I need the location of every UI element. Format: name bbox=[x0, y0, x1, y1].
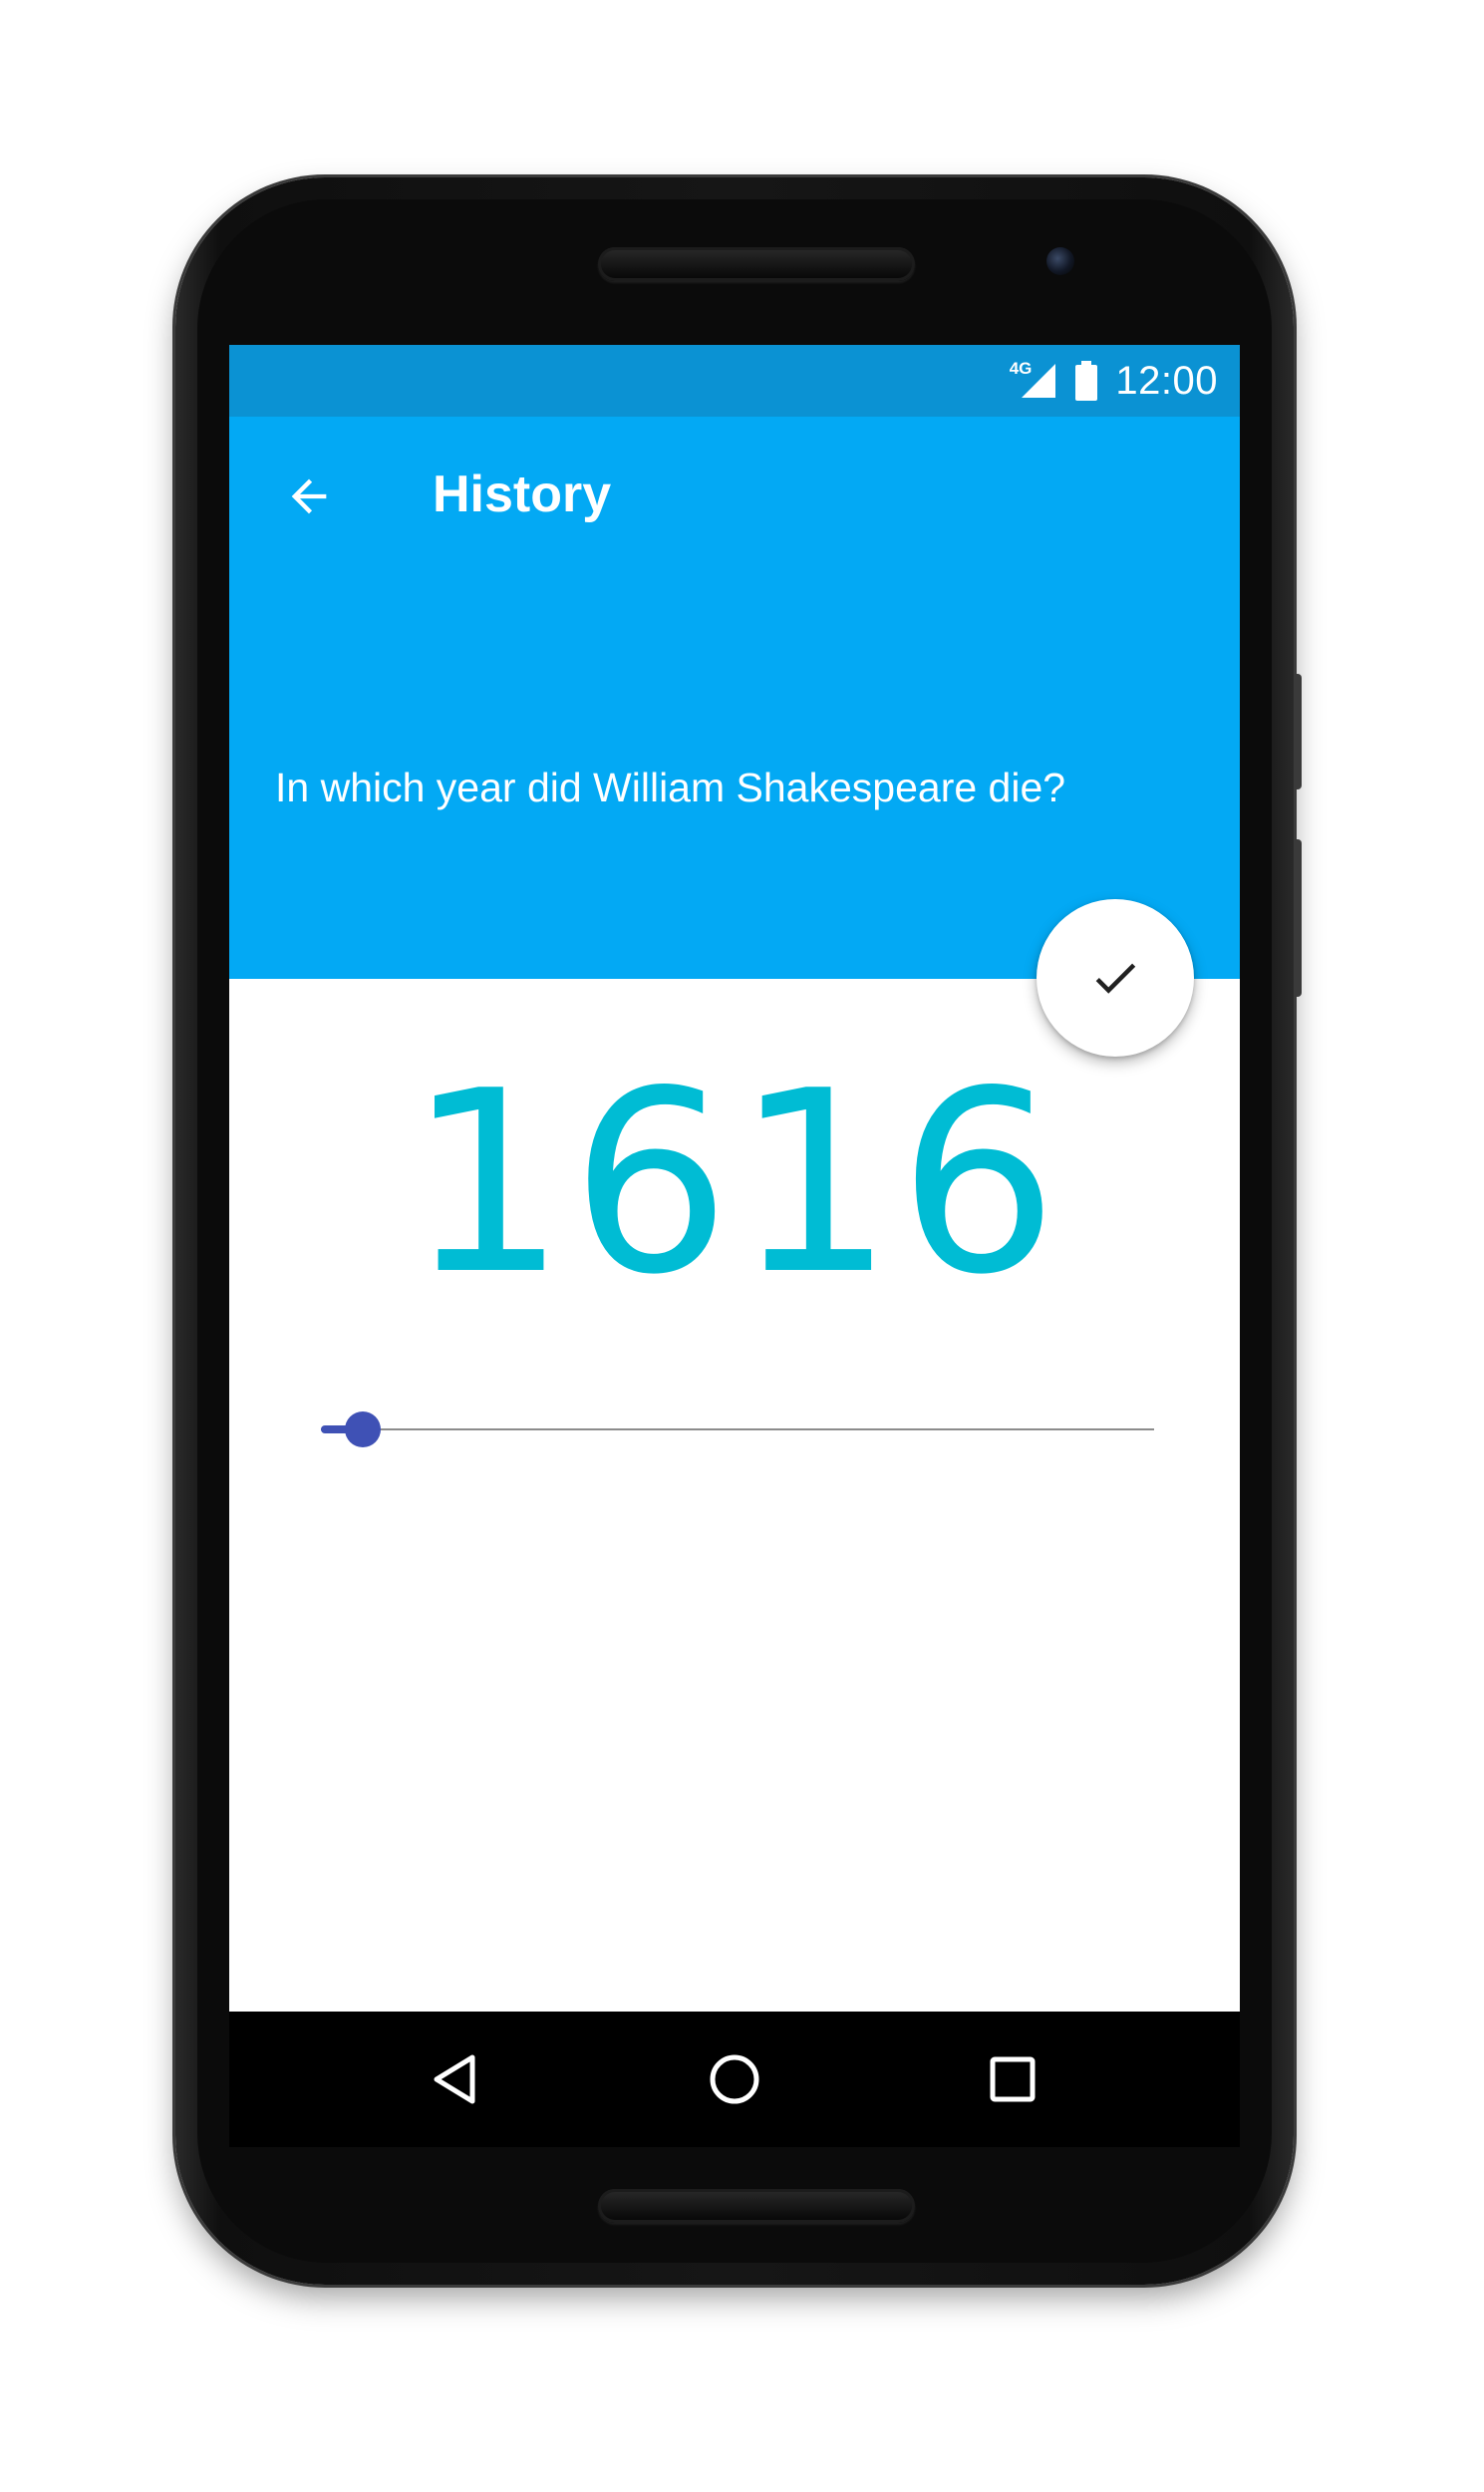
system-nav-bar bbox=[229, 2012, 1240, 2147]
status-icons: 4G 12:00 bbox=[1010, 345, 1218, 417]
device-mockup: 4G 12:00 History In which year did Willi… bbox=[0, 0, 1484, 2492]
nav-recents-button[interactable] bbox=[973, 2039, 1052, 2119]
confirm-answer-button[interactable] bbox=[1037, 899, 1194, 1057]
nav-back-button[interactable] bbox=[417, 2039, 496, 2119]
power-button bbox=[1294, 839, 1302, 997]
question-text: In which year did William Shakespeare di… bbox=[275, 765, 1066, 810]
answer-value: 1616 bbox=[407, 1038, 1062, 1330]
status-bar: 4G 12:00 bbox=[229, 345, 1240, 417]
bottom-speaker bbox=[598, 2189, 915, 2223]
battery-icon bbox=[1075, 361, 1098, 401]
slider-track bbox=[321, 1428, 1154, 1430]
back-triangle-icon bbox=[434, 2054, 475, 2104]
year-slider[interactable] bbox=[321, 1402, 1154, 1457]
arrow-back-icon bbox=[291, 478, 327, 514]
home-circle-icon bbox=[710, 2054, 759, 2104]
front-camera bbox=[1046, 247, 1074, 275]
status-time: 12:00 bbox=[1115, 358, 1218, 403]
back-button[interactable] bbox=[277, 465, 341, 528]
volume-button bbox=[1294, 674, 1302, 789]
app-screen: 4G 12:00 History In which year did Willi… bbox=[229, 345, 1240, 2147]
slider-thumb[interactable] bbox=[345, 1411, 381, 1447]
nav-home-button[interactable] bbox=[695, 2039, 774, 2119]
page-title: History bbox=[433, 466, 612, 523]
top-speaker bbox=[598, 247, 915, 281]
network-type-label: 4G bbox=[1009, 359, 1033, 378]
phone-frame: 4G 12:00 History In which year did Willi… bbox=[175, 177, 1302, 2285]
recents-square-icon bbox=[990, 2056, 1036, 2102]
question-header: History In which year did William Shakes… bbox=[229, 417, 1240, 979]
check-icon bbox=[1095, 963, 1136, 994]
